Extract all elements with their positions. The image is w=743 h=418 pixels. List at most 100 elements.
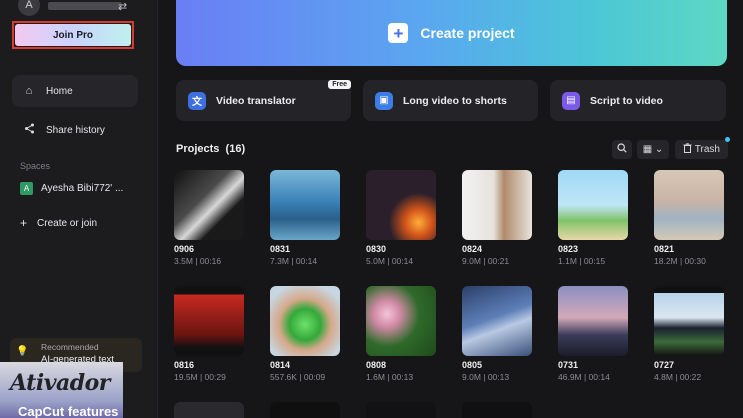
project-card-partial[interactable] xyxy=(174,402,244,418)
project-card[interactable]: 0830 5.0M | 00:14 xyxy=(366,170,436,266)
search-button[interactable] xyxy=(612,140,632,159)
projects-heading: Projects (16) xyxy=(176,143,245,155)
project-card-partial[interactable] xyxy=(270,402,340,418)
project-thumbnail xyxy=(654,170,724,240)
share-icon xyxy=(22,123,36,137)
create-project-label: Create project xyxy=(420,25,515,41)
view-toggle-button[interactable]: ▦ ⌄ xyxy=(637,140,669,159)
trash-icon xyxy=(683,143,692,156)
project-card[interactable]: 0906 3.5M | 00:16 xyxy=(174,170,244,266)
project-thumbnail xyxy=(366,286,436,356)
account-name-redacted xyxy=(48,2,122,10)
promo-text: CapCut features xyxy=(18,404,119,418)
bulb-icon: 💡 xyxy=(16,346,29,357)
feature-label: Video translator xyxy=(216,94,296,107)
project-card[interactable]: 0808 1.6M | 00:13 xyxy=(366,286,436,382)
notification-dot xyxy=(725,137,730,142)
plus-icon: + xyxy=(388,23,409,43)
project-meta: 1.6M | 00:13 xyxy=(366,372,414,382)
project-thumbnail xyxy=(270,286,340,356)
project-card-partial[interactable] xyxy=(366,402,436,418)
project-meta: 19.5M | 00:29 xyxy=(174,372,226,382)
sidebar: A ⇄ Join Pro ⌂ Home Share history Spaces… xyxy=(0,0,158,418)
watermark-logo: Ativador xyxy=(10,370,110,396)
project-meta: 1.1M | 00:15 xyxy=(558,256,606,266)
search-icon xyxy=(617,143,627,156)
project-meta: 5.0M | 00:14 xyxy=(366,256,414,266)
project-meta: 4.8M | 00:22 xyxy=(654,372,702,382)
project-name: 0830 xyxy=(366,244,387,254)
project-card[interactable]: 0824 9.0M | 00:21 xyxy=(462,170,532,266)
sidebar-item-label: Share history xyxy=(46,124,105,136)
project-thumbnail xyxy=(654,286,724,356)
project-card[interactable]: 0831 7.3M | 00:14 xyxy=(270,170,340,266)
project-thumbnail xyxy=(462,286,532,356)
projects-count: (16) xyxy=(225,143,246,155)
project-card[interactable]: 0727 4.8M | 00:22 xyxy=(654,286,724,382)
project-meta: 9.0M | 00:13 xyxy=(462,372,510,382)
space-name: Ayesha Bibi772' ... xyxy=(41,183,124,194)
project-thumbnail xyxy=(558,286,628,356)
join-pro-button[interactable]: Join Pro xyxy=(15,24,131,46)
create-or-join-space[interactable]: + Create or join xyxy=(20,216,97,230)
project-name: 0808 xyxy=(366,360,387,370)
project-meta: 9.0M | 00:21 xyxy=(462,256,510,266)
spaces-heading: Spaces xyxy=(20,161,51,171)
shorts-icon: ▣ xyxy=(375,91,393,110)
create-project-button[interactable]: + Create project xyxy=(176,0,727,66)
project-thumbnail xyxy=(174,286,244,356)
project-card[interactable]: 0731 46.9M | 00:14 xyxy=(558,286,628,382)
project-name: 0727 xyxy=(654,360,675,370)
projects-title: Projects xyxy=(176,143,220,155)
project-meta: 3.5M | 00:16 xyxy=(174,256,222,266)
project-meta: 557.6K | 00:09 xyxy=(270,372,326,382)
free-badge: Free xyxy=(328,80,351,89)
project-card[interactable]: 0805 9.0M | 00:13 xyxy=(462,286,532,382)
account-switcher[interactable]: A ⇄ xyxy=(14,0,142,18)
project-name: 0831 xyxy=(270,244,291,254)
join-pro-highlight: Join Pro xyxy=(12,21,134,49)
space-avatar: A xyxy=(20,182,33,195)
feature-label: Script to video xyxy=(590,94,663,107)
long-video-to-shorts-button[interactable]: ▣ Long video to shorts xyxy=(363,80,538,121)
home-icon: ⌂ xyxy=(25,85,33,97)
sidebar-item-share-history[interactable]: Share history xyxy=(12,114,138,146)
project-card[interactable]: 0816 19.5M | 00:29 xyxy=(174,286,244,382)
recommended-label: Recommended xyxy=(41,342,99,352)
project-name: 0823 xyxy=(558,244,579,254)
project-thumbnail xyxy=(558,170,628,240)
space-item[interactable]: A Ayesha Bibi772' ... xyxy=(20,182,123,195)
project-card[interactable]: 0821 18.2M | 00:30 xyxy=(654,170,724,266)
translate-icon: 文 xyxy=(188,91,206,110)
video-translator-button[interactable]: 文 Video translator Free xyxy=(176,80,351,121)
project-card-partial[interactable] xyxy=(462,402,532,418)
project-thumbnail xyxy=(270,170,340,240)
avatar[interactable]: A xyxy=(18,0,40,16)
feature-label: Long video to shorts xyxy=(403,94,507,107)
project-name: 0824 xyxy=(462,244,483,254)
project-thumbnail xyxy=(366,170,436,240)
project-name: 0805 xyxy=(462,360,483,370)
script-icon: ▤ xyxy=(562,91,580,110)
project-thumbnail xyxy=(174,170,244,240)
plus-icon: + xyxy=(20,216,28,230)
project-thumbnail xyxy=(462,170,532,240)
project-name: 0821 xyxy=(654,244,675,254)
trash-button[interactable]: Trash xyxy=(675,140,728,159)
project-name: 0816 xyxy=(174,360,195,370)
project-meta: 7.3M | 00:14 xyxy=(270,256,318,266)
chevron-down-icon: ⌄ xyxy=(654,144,664,155)
project-name: 0906 xyxy=(174,244,195,254)
project-name: 0731 xyxy=(558,360,579,370)
project-meta: 18.2M | 00:30 xyxy=(654,256,706,266)
project-name: 0814 xyxy=(270,360,291,370)
sidebar-item-label: Home xyxy=(46,85,73,97)
project-card[interactable]: 0823 1.1M | 00:15 xyxy=(558,170,628,266)
swap-account-icon[interactable]: ⇄ xyxy=(118,0,127,13)
script-to-video-button[interactable]: ▤ Script to video xyxy=(550,80,726,121)
create-or-join-label: Create or join xyxy=(37,217,98,229)
project-meta: 46.9M | 00:14 xyxy=(558,372,610,382)
sidebar-item-home[interactable]: ⌂ Home xyxy=(12,75,138,107)
project-card[interactable]: 0814 557.6K | 00:09 xyxy=(270,286,340,382)
grid-icon: ▦ xyxy=(642,144,653,155)
